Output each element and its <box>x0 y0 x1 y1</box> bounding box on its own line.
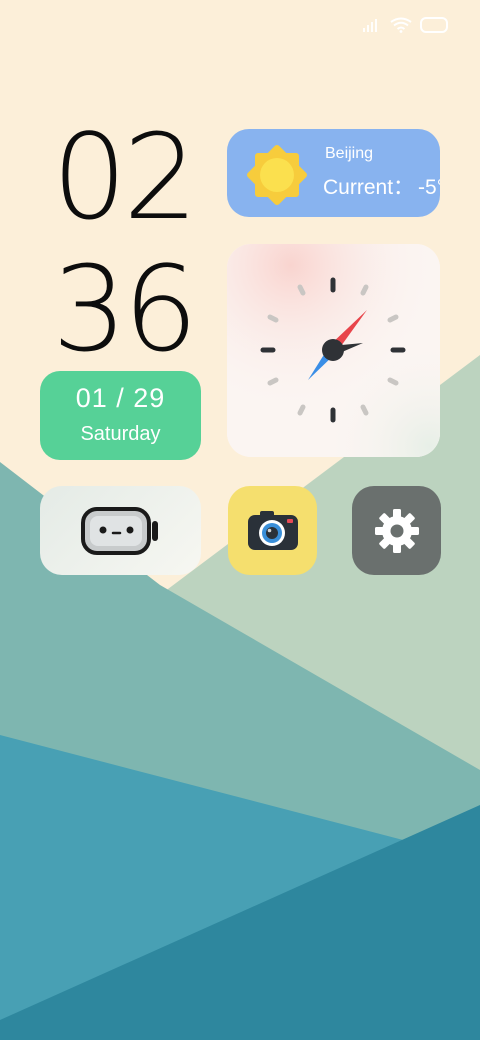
settings-app-icon[interactable] <box>352 486 441 575</box>
camera-app-icon[interactable] <box>228 486 317 575</box>
weather-temperature-row: Current：-5° <box>323 171 440 201</box>
clock-hour: 02 <box>52 108 198 246</box>
date-widget[interactable]: 01 / 29 Saturday <box>40 371 201 460</box>
weekday-text: Saturday <box>80 423 161 445</box>
signal-icon <box>363 19 377 32</box>
date-text: 01 / 29 <box>75 383 166 413</box>
weather-temperature: -5° <box>418 176 440 199</box>
robot-app-icon[interactable] <box>40 486 201 575</box>
battery-icon <box>420 17 448 33</box>
status-bar <box>362 16 450 34</box>
wifi-icon <box>390 17 412 33</box>
clock-minute: 36 <box>52 240 198 378</box>
home-screen: 02 36 01 / 29 Saturday Beijing Current： -… <box>0 0 480 1040</box>
weather-current-label: Current： <box>323 176 415 199</box>
robot-face-icon <box>81 507 158 555</box>
camera-icon <box>248 511 298 550</box>
compass-clock-icon <box>227 244 440 457</box>
weather-widget[interactable]: Beijing Current：-5° <box>227 129 440 217</box>
analog-clock-widget[interactable] <box>227 244 440 457</box>
weather-city: Beijing <box>325 145 374 162</box>
sun-icon <box>247 145 307 205</box>
gear-icon <box>375 509 419 553</box>
